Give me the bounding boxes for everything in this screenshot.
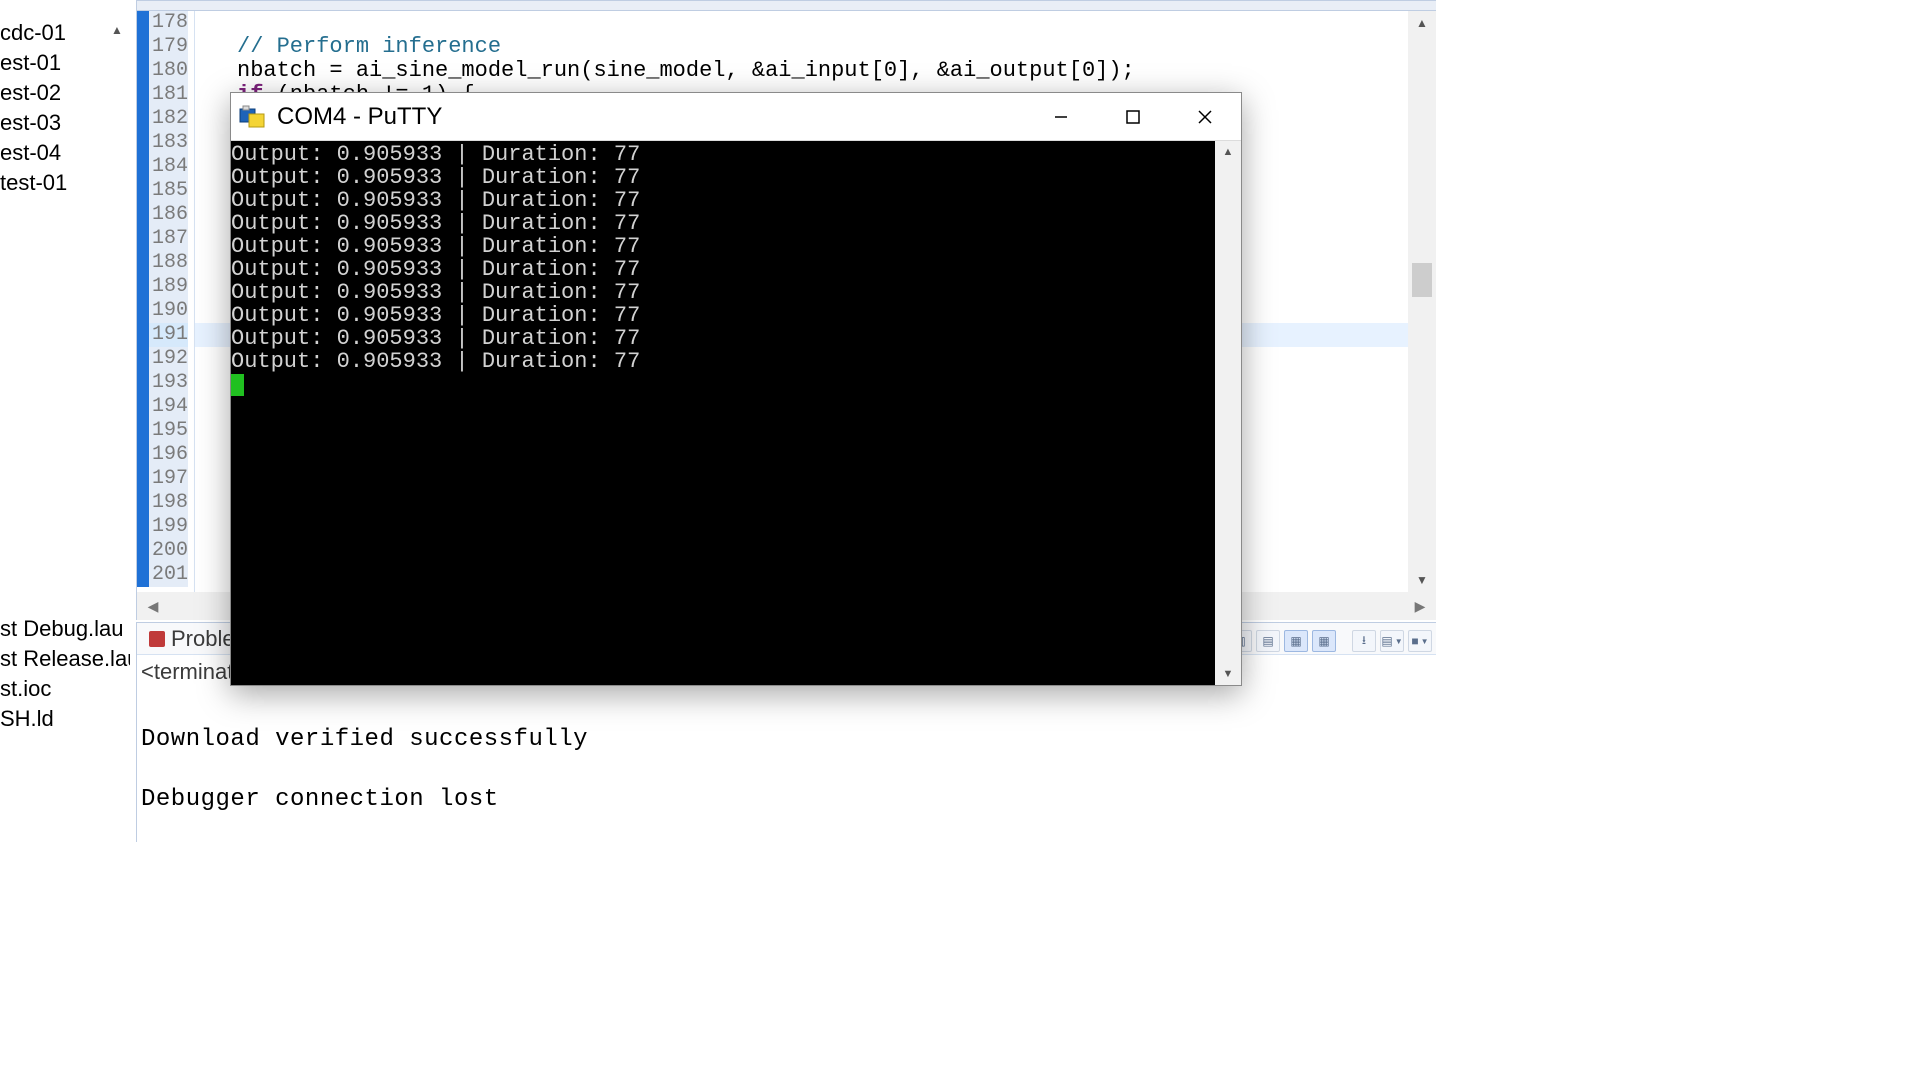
- terminal-line: Output: 0.905933 | Duration: 77: [231, 281, 1213, 304]
- line-number: 188: [137, 251, 188, 275]
- console-output[interactable]: Download verified successfully Debugger …: [137, 689, 1436, 821]
- scroll-down-icon[interactable]: ▼: [1408, 568, 1436, 592]
- putty-title-text: COM4 - PuTTY: [277, 103, 442, 131]
- scroll-right-icon[interactable]: ▶: [1404, 592, 1436, 620]
- line-number: 199: [137, 515, 188, 539]
- terminal-line: Output: 0.905933 | Duration: 77: [231, 235, 1213, 258]
- scroll-left-icon[interactable]: ◀: [137, 592, 169, 620]
- putty-scrollbar[interactable]: ▲ ▼: [1215, 141, 1241, 685]
- line-number: 179: [137, 35, 188, 59]
- line-number: 193: [137, 371, 188, 395]
- project-item[interactable]: est-01: [0, 48, 104, 78]
- putty-window: COM4 - PuTTY Output: 0.905933 | Duration…: [230, 92, 1242, 686]
- console-line: Debugger connection lost: [141, 785, 1432, 815]
- code-line: // Perform inference: [195, 35, 1436, 59]
- terminal-line: Output: 0.905933 | Duration: 77: [231, 212, 1213, 235]
- file-item[interactable]: st.ioc: [0, 674, 130, 704]
- project-explorer: ▲ cdc-01 est-01 est-02 est-03 est-04 tes…: [0, 0, 130, 830]
- minimize-icon: [1054, 110, 1068, 124]
- toolbar-dropdown[interactable]: ▤: [1380, 630, 1404, 652]
- line-number: 185: [137, 179, 188, 203]
- problems-icon: [149, 631, 165, 647]
- terminal-line: Output: 0.905933 | Duration: 77: [231, 350, 1213, 373]
- terminal-line: Output: 0.905933 | Duration: 77: [231, 166, 1213, 189]
- close-button[interactable]: [1169, 93, 1241, 141]
- line-number: 201: [137, 563, 188, 587]
- file-item[interactable]: st Release.lau: [0, 644, 130, 674]
- putty-titlebar[interactable]: COM4 - PuTTY: [231, 93, 1241, 141]
- terminal-line: Output: 0.905933 | Duration: 77: [231, 327, 1213, 350]
- line-number: 195: [137, 419, 188, 443]
- line-number: 180: [137, 59, 188, 83]
- toolbar-button[interactable]: ▦: [1312, 630, 1336, 652]
- toolbar-dropdown[interactable]: ■: [1408, 630, 1432, 652]
- project-list: cdc-01 est-01 est-02 est-03 est-04 test-…: [0, 18, 104, 198]
- close-icon: [1198, 110, 1212, 124]
- maximize-button[interactable]: [1097, 93, 1169, 141]
- sidebar-scroll-up[interactable]: ▲: [104, 18, 130, 42]
- terminal-line: Output: 0.905933 | Duration: 77: [231, 143, 1213, 166]
- project-item[interactable]: cdc-01: [0, 18, 104, 48]
- line-number: 187: [137, 227, 188, 251]
- line-number-gutter: 1781791801811821831841851861871881891901…: [137, 11, 195, 592]
- line-number: 178: [137, 11, 188, 35]
- project-item[interactable]: est-04: [0, 138, 104, 168]
- scroll-down-icon[interactable]: ▼: [1215, 663, 1241, 685]
- line-number: 182: [137, 107, 188, 131]
- project-item[interactable]: est-02: [0, 78, 104, 108]
- editor-tabs-strip: [137, 1, 1436, 11]
- toolbar-button[interactable]: ⭳: [1352, 630, 1376, 652]
- line-number: 194: [137, 395, 188, 419]
- toolbar-button[interactable]: ▤: [1256, 630, 1280, 652]
- line-number: 196: [137, 443, 188, 467]
- line-number: 198: [137, 491, 188, 515]
- terminal-line: Output: 0.905933 | Duration: 77: [231, 304, 1213, 327]
- terminal-cursor: [231, 374, 244, 396]
- line-number: 181: [137, 83, 188, 107]
- file-list: st Debug.lau st Release.lau st.ioc SH.ld: [0, 614, 130, 734]
- line-number: 189: [137, 275, 188, 299]
- scroll-up-icon[interactable]: ▲: [1215, 141, 1241, 163]
- toolbar-button[interactable]: ▦: [1284, 630, 1308, 652]
- scroll-up-icon[interactable]: ▲: [1408, 11, 1436, 35]
- putty-terminal[interactable]: Output: 0.905933 | Duration: 77Output: 0…: [231, 141, 1215, 685]
- project-item[interactable]: test-01: [0, 168, 104, 198]
- putty-icon: [239, 105, 267, 129]
- file-item[interactable]: SH.ld: [0, 704, 130, 734]
- minimize-button[interactable]: [1025, 93, 1097, 141]
- maximize-icon: [1126, 110, 1140, 124]
- terminal-line: Output: 0.905933 | Duration: 77: [231, 258, 1213, 281]
- line-number: 186: [137, 203, 188, 227]
- code-line: nbatch = ai_sine_model_run(sine_model, &…: [195, 59, 1436, 83]
- terminal-line: Output: 0.905933 | Duration: 77: [231, 189, 1213, 212]
- console-line: Download verified successfully: [141, 725, 1432, 755]
- line-number: 197: [137, 467, 188, 491]
- project-item[interactable]: est-03: [0, 108, 104, 138]
- editor-vertical-scrollbar[interactable]: ▲ ▼: [1408, 11, 1436, 592]
- code-line: [195, 11, 1436, 35]
- line-number: 191: [137, 323, 188, 347]
- file-item[interactable]: st Debug.lau: [0, 614, 130, 644]
- line-number: 183: [137, 131, 188, 155]
- line-number: 190: [137, 299, 188, 323]
- line-number: 200: [137, 539, 188, 563]
- line-number: 192: [137, 347, 188, 371]
- line-number: 184: [137, 155, 188, 179]
